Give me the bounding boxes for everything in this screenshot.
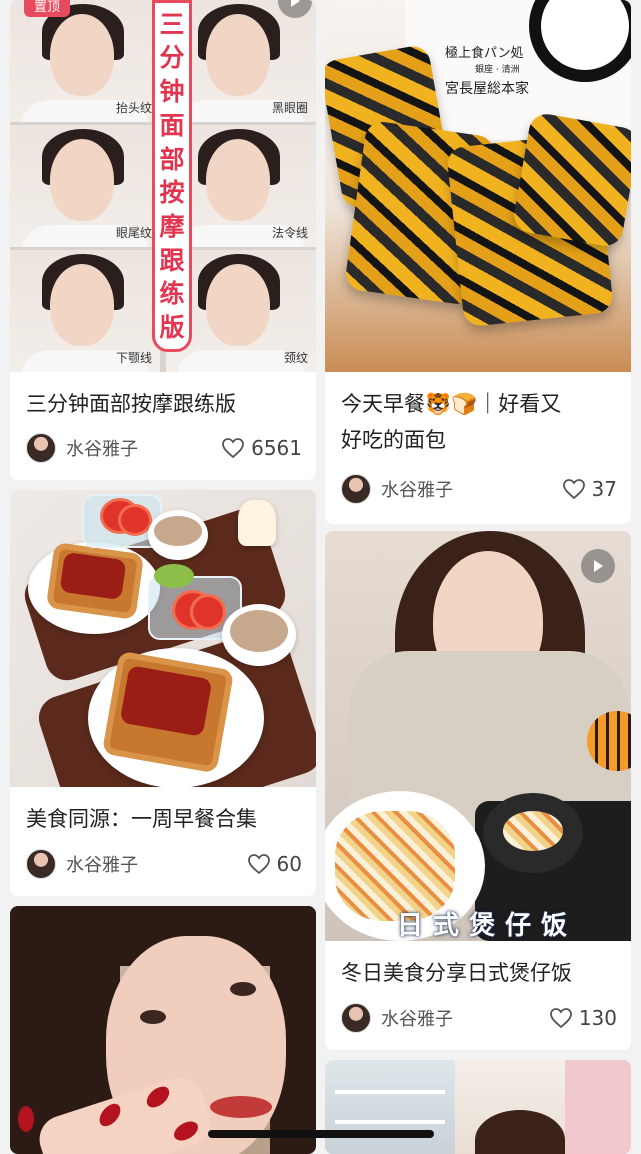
like-count: 37 — [591, 477, 617, 501]
post-cover-image[interactable] — [10, 906, 316, 1154]
collage-label: 颈纹 — [283, 351, 308, 365]
avatar[interactable] — [341, 474, 371, 504]
like-button[interactable]: 37 — [562, 474, 617, 504]
post-cover-image[interactable]: 抬头纹 黑眼圈 眼尾纹 法令线 下颚线 颈纹 三 分 钟 面 部 按 摩 跟 练… — [10, 0, 316, 372]
post-card-breakfast[interactable]: 美食同源：一周早餐合集 水谷雅子 60 — [10, 490, 316, 896]
massage-collage: 抬头纹 黑眼圈 眼尾纹 法令线 下颚线 颈纹 三 分 钟 面 部 按 摩 跟 练… — [10, 0, 316, 372]
post-card-shop[interactable] — [325, 1060, 631, 1154]
heart-outline-icon[interactable] — [549, 1007, 573, 1029]
sign-text: 銀座 · 清洲 — [475, 65, 520, 75]
post-cover-image[interactable]: 日式煲仔饭 — [325, 531, 631, 941]
banner-char: 三 — [159, 9, 185, 39]
heart-outline-icon[interactable] — [247, 853, 271, 875]
collage-label: 法令线 — [271, 226, 308, 240]
author-name[interactable]: 水谷雅子 — [381, 476, 453, 502]
home-indicator[interactable] — [208, 1130, 434, 1138]
post-cover-image[interactable] — [10, 490, 316, 787]
sign-text: 極上食パン処 — [445, 46, 524, 61]
post-author[interactable]: 水谷雅子 — [26, 849, 138, 879]
like-count: 60 — [276, 852, 302, 876]
like-button[interactable]: 60 — [247, 849, 302, 879]
vertical-title-banner: 三 分 钟 面 部 按 摩 跟 练 版 — [152, 0, 192, 352]
banner-char: 分 — [159, 43, 185, 73]
post-title[interactable]: 冬日美食分享日式煲仔饭 — [341, 955, 617, 991]
banner-char: 面 — [159, 110, 185, 140]
banner-char: 练 — [159, 279, 185, 309]
play-icon[interactable] — [581, 549, 615, 583]
collage-cell: 下颚线 — [10, 250, 160, 372]
heart-outline-icon[interactable] — [221, 437, 245, 459]
banner-char: 部 — [159, 144, 185, 174]
cover-overlay-text: 日式煲仔饭 — [397, 911, 578, 941]
collage-label: 下颚线 — [115, 351, 152, 365]
sign-text: 宮長屋総本家 — [445, 81, 529, 97]
post-cover-image[interactable] — [325, 1060, 631, 1154]
post-card-bread[interactable]: 極上食パン処 銀座 · 清洲 宮長屋総本家 今天早餐🐯🍞｜好看又 好吃的面包 水… — [325, 0, 631, 524]
like-button[interactable]: 6561 — [221, 433, 302, 463]
post-title-line[interactable]: 今天早餐🐯🍞｜好看又 — [341, 386, 617, 422]
collage-cell: 抬头纹 — [10, 0, 160, 122]
author-name[interactable]: 水谷雅子 — [66, 851, 138, 877]
collage-label: 抬头纹 — [115, 101, 152, 115]
author-name[interactable]: 水谷雅子 — [381, 1005, 453, 1031]
avatar[interactable] — [26, 849, 56, 879]
banner-char: 版 — [159, 313, 185, 343]
pinned-tag: 置顶 — [24, 0, 71, 17]
author-name[interactable]: 水谷雅子 — [66, 435, 138, 461]
avatar[interactable] — [341, 1003, 371, 1033]
post-title-line[interactable]: 好吃的面包 — [341, 422, 617, 458]
post-card-face-massage[interactable]: 抬头纹 黑眼圈 眼尾纹 法令线 下颚线 颈纹 三 分 钟 面 部 按 摩 跟 练… — [10, 0, 316, 480]
avatar[interactable] — [26, 433, 56, 463]
post-card-portrait[interactable] — [10, 906, 316, 1154]
banner-char: 跟 — [159, 245, 185, 275]
post-author[interactable]: 水谷雅子 — [26, 433, 138, 463]
like-button[interactable]: 130 — [549, 1003, 617, 1033]
banner-char: 钟 — [159, 77, 185, 107]
like-count: 130 — [578, 1006, 617, 1030]
post-cover-image[interactable]: 極上食パン処 銀座 · 清洲 宮長屋総本家 — [325, 0, 631, 372]
post-title[interactable]: 三分钟面部按摩跟练版 — [26, 386, 302, 422]
collage-cell: 眼尾纹 — [10, 125, 160, 247]
like-count: 6561 — [251, 436, 302, 460]
post-author[interactable]: 水谷雅子 — [341, 474, 453, 504]
heart-outline-icon[interactable] — [562, 478, 586, 500]
collage-label: 黑眼圈 — [271, 101, 308, 115]
post-title[interactable]: 美食同源：一周早餐合集 — [26, 801, 302, 837]
banner-char: 按 — [159, 178, 185, 208]
post-author[interactable]: 水谷雅子 — [341, 1003, 453, 1033]
banner-char: 摩 — [159, 212, 185, 242]
post-card-claypot-rice[interactable]: 日式煲仔饭 冬日美食分享日式煲仔饭 水谷雅子 130 — [325, 531, 631, 1050]
collage-label: 眼尾纹 — [115, 226, 152, 240]
